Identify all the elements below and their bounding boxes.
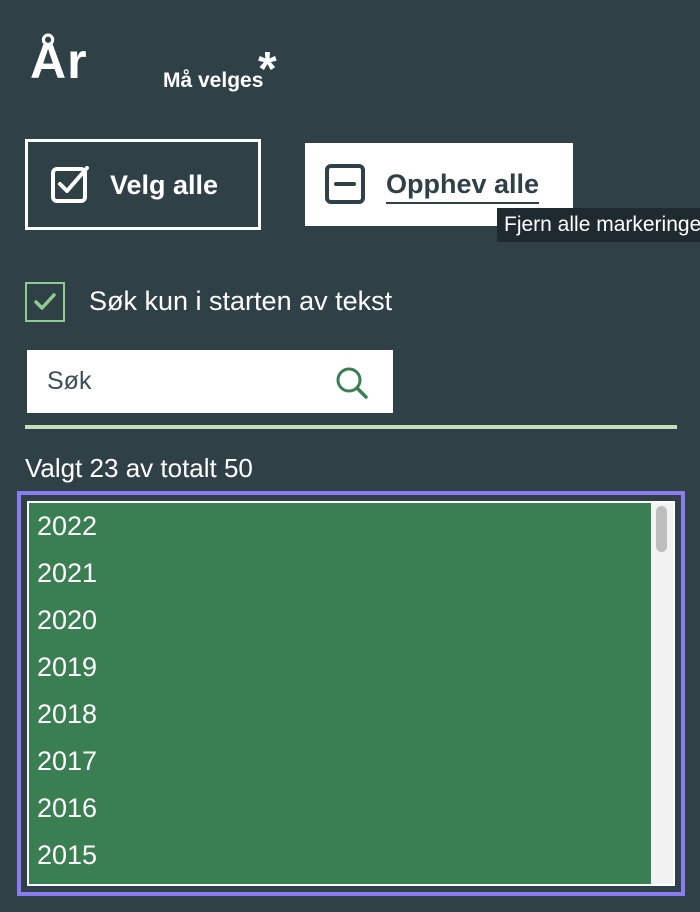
year-list: 2022 2021 2020 2019 2018 2017 2016 2015 bbox=[29, 503, 651, 879]
list-scrollbar[interactable] bbox=[651, 503, 673, 884]
list-item[interactable]: 2017 bbox=[29, 738, 651, 785]
selection-count: Valgt 23 av totalt 50 bbox=[25, 453, 253, 483]
search-field bbox=[27, 350, 393, 413]
list-scrollbar-thumb[interactable] bbox=[656, 506, 667, 552]
page-title: År bbox=[30, 33, 88, 89]
year-listbox-focus-ring: 2022 2021 2020 2019 2018 2017 2016 2015 bbox=[17, 491, 685, 896]
list-item[interactable]: 2022 bbox=[29, 503, 651, 550]
search-input[interactable] bbox=[27, 350, 327, 413]
select-all-button[interactable]: Velg alle bbox=[25, 139, 261, 230]
list-item[interactable]: 2021 bbox=[29, 550, 651, 597]
deselect-all-tooltip: Fjern alle markeringer bbox=[497, 208, 700, 242]
select-all-label: Velg alle bbox=[110, 170, 219, 200]
checkbox-checked-icon bbox=[51, 166, 89, 203]
required-asterisk: * bbox=[258, 43, 277, 96]
list-item[interactable]: 2020 bbox=[29, 597, 651, 644]
deselect-all-label: Opphev alle bbox=[386, 171, 540, 204]
search-icon[interactable] bbox=[335, 366, 369, 400]
list-item[interactable]: 2019 bbox=[29, 644, 651, 691]
checkbox-minus-icon bbox=[325, 164, 365, 204]
search-start-only-checkbox[interactable] bbox=[25, 282, 65, 322]
list-item[interactable]: 2016 bbox=[29, 785, 651, 832]
required-label: Må velges bbox=[163, 69, 264, 92]
list-item[interactable]: 2015 bbox=[29, 832, 651, 879]
list-item[interactable]: 2018 bbox=[29, 691, 651, 738]
year-listbox[interactable]: 2022 2021 2020 2019 2018 2017 2016 2015 bbox=[27, 501, 675, 886]
checkmark-icon bbox=[34, 293, 56, 310]
search-start-only-label: Søk kun i starten av tekst bbox=[89, 286, 393, 316]
search-underline bbox=[25, 425, 677, 429]
